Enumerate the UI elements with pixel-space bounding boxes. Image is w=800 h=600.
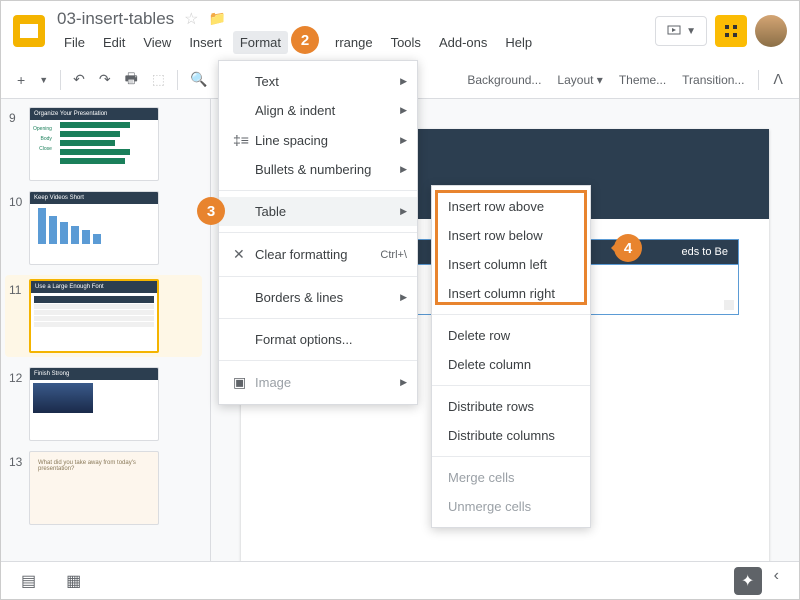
- menu-help[interactable]: Help: [498, 31, 539, 54]
- slides-logo[interactable]: [13, 15, 45, 47]
- new-slide-button[interactable]: +: [11, 66, 31, 94]
- grid-view-icon[interactable]: ▦: [66, 571, 81, 591]
- redo-button[interactable]: ↷: [93, 65, 117, 94]
- format-bullets[interactable]: Bullets & numbering▶: [219, 155, 417, 184]
- table-submenu: Insert row above Insert row below Insert…: [431, 185, 591, 528]
- slide-number: 13: [9, 451, 29, 525]
- chevron-left-icon[interactable]: ‹: [774, 567, 779, 595]
- theme-button[interactable]: Theme...: [613, 69, 672, 91]
- insert-row-below[interactable]: Insert row below: [432, 221, 590, 250]
- folder-icon[interactable]: 📁: [209, 10, 226, 27]
- format-borders[interactable]: Borders & lines▶: [219, 283, 417, 312]
- insert-column-right[interactable]: Insert column right: [432, 279, 590, 308]
- format-clear[interactable]: ✕Clear formattingCtrl+\: [219, 239, 417, 270]
- format-line-spacing[interactable]: ‡≡Line spacing▶: [219, 125, 417, 155]
- slide-number: 10: [9, 191, 29, 265]
- step-badge-4: 4: [614, 234, 642, 262]
- unmerge-cells: Unmerge cells: [432, 492, 590, 521]
- menu-bar: File Edit View Insert Format rrange Tool…: [57, 31, 655, 54]
- slide-thumbnail-10[interactable]: Keep Videos Short: [29, 191, 159, 265]
- distribute-columns[interactable]: Distribute columns: [432, 421, 590, 450]
- step-badge-3: 3: [197, 197, 225, 225]
- background-button[interactable]: Background...: [461, 69, 547, 91]
- undo-button[interactable]: ↶: [67, 65, 91, 94]
- format-options[interactable]: Format options...: [219, 325, 417, 354]
- transition-button[interactable]: Transition...: [676, 69, 750, 91]
- menu-addons[interactable]: Add-ons: [432, 31, 494, 54]
- star-icon[interactable]: ☆: [184, 9, 198, 29]
- paint-format-button[interactable]: ⬚: [146, 65, 171, 94]
- menu-view[interactable]: View: [136, 31, 178, 54]
- document-title[interactable]: 03-insert-tables: [57, 9, 174, 29]
- merge-cells: Merge cells: [432, 463, 590, 492]
- present-button[interactable]: ▼: [655, 16, 707, 46]
- slide-thumbnail-9[interactable]: Organize Your Presentation OpeningBodyCl…: [29, 107, 159, 181]
- delete-row[interactable]: Delete row: [432, 321, 590, 350]
- format-dropdown: Text▶ Align & indent▶ ‡≡Line spacing▶ Bu…: [218, 60, 418, 405]
- collapse-button[interactable]: ᐱ: [767, 65, 789, 94]
- delete-column[interactable]: Delete column: [432, 350, 590, 379]
- slide-number: 11: [9, 279, 29, 353]
- filmstrip-view-icon[interactable]: ▤: [21, 571, 36, 591]
- menu-arrange[interactable]: rrange: [328, 31, 380, 54]
- slide-thumbnail-13[interactable]: What did you take away from today's pres…: [29, 451, 159, 525]
- insert-row-above[interactable]: Insert row above: [432, 192, 590, 221]
- menu-file[interactable]: File: [57, 31, 92, 54]
- new-slide-dropdown[interactable]: ▼: [33, 69, 54, 91]
- slide-number: 9: [9, 107, 29, 181]
- slide-thumbnail-11[interactable]: Use a Large Enough Font: [29, 279, 159, 353]
- menu-tools[interactable]: Tools: [384, 31, 428, 54]
- slide-panel: 9 Organize Your Presentation OpeningBody…: [1, 99, 211, 599]
- format-text[interactable]: Text▶: [219, 67, 417, 96]
- menu-format[interactable]: Format: [233, 31, 288, 54]
- print-button[interactable]: 🖶: [119, 62, 144, 98]
- format-table[interactable]: Table▶: [219, 197, 417, 226]
- slide-number: 12: [9, 367, 29, 441]
- insert-column-left[interactable]: Insert column left: [432, 250, 590, 279]
- distribute-rows[interactable]: Distribute rows: [432, 392, 590, 421]
- explore-button[interactable]: ✦: [734, 567, 762, 595]
- user-avatar[interactable]: [755, 15, 787, 47]
- menu-insert[interactable]: Insert: [182, 31, 229, 54]
- format-align[interactable]: Align & indent▶: [219, 96, 417, 125]
- format-image: ▣Image▶: [219, 367, 417, 398]
- layout-button[interactable]: Layout ▾: [551, 69, 608, 91]
- menu-edit[interactable]: Edit: [96, 31, 132, 54]
- slide-thumbnail-12[interactable]: Finish Strong: [29, 367, 159, 441]
- zoom-button[interactable]: 🔍: [184, 65, 213, 94]
- share-button[interactable]: [715, 15, 747, 47]
- step-badge-2: 2: [291, 26, 319, 54]
